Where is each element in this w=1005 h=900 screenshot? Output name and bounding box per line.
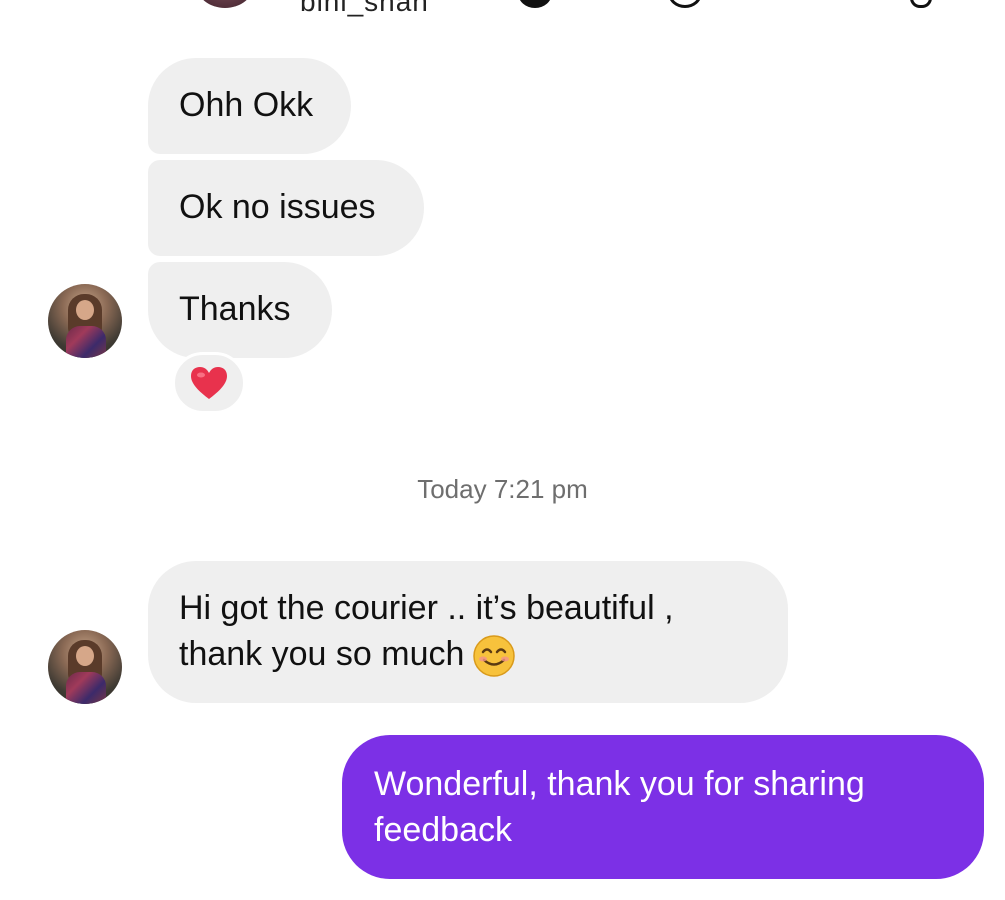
message-text: Thanks — [179, 290, 291, 328]
sender-avatar[interactable] — [48, 284, 122, 358]
sender-avatar[interactable] — [48, 630, 122, 704]
message-text: Ohh Okk — [179, 86, 314, 124]
heart-icon — [191, 367, 227, 399]
smiling-face-icon — [473, 635, 516, 677]
call-icon[interactable] — [518, 0, 552, 8]
message-text-line: Hi got the courier .. it’s beautiful , — [179, 589, 674, 627]
message-text-line: thank you so much — [179, 631, 788, 678]
chat-header: bini_shah — [0, 0, 1005, 17]
message-text: Ok no issues — [179, 188, 376, 226]
message-bubble-incoming[interactable]: Thanks — [148, 262, 332, 358]
message-reaction[interactable] — [172, 352, 246, 414]
message-bubble-incoming[interactable]: Hi got the courier .. it’s beautiful , t… — [148, 561, 788, 703]
info-icon[interactable] — [910, 0, 932, 8]
header-username[interactable]: bini_shah — [300, 0, 429, 18]
video-call-icon[interactable] — [668, 0, 702, 8]
header-avatar[interactable] — [196, 0, 254, 8]
message-text-line: feedback — [374, 811, 512, 849]
chat-timestamp: Today 7:21 pm — [417, 474, 588, 504]
message-text-line: Wonderful, thank you for sharing — [374, 765, 865, 803]
message-bubble-incoming[interactable]: Ohh Okk — [148, 58, 351, 154]
message-bubble-incoming[interactable]: Ok no issues — [148, 160, 424, 256]
message-bubble-outgoing[interactable]: Wonderful, thank you for sharing feedbac… — [342, 735, 984, 879]
